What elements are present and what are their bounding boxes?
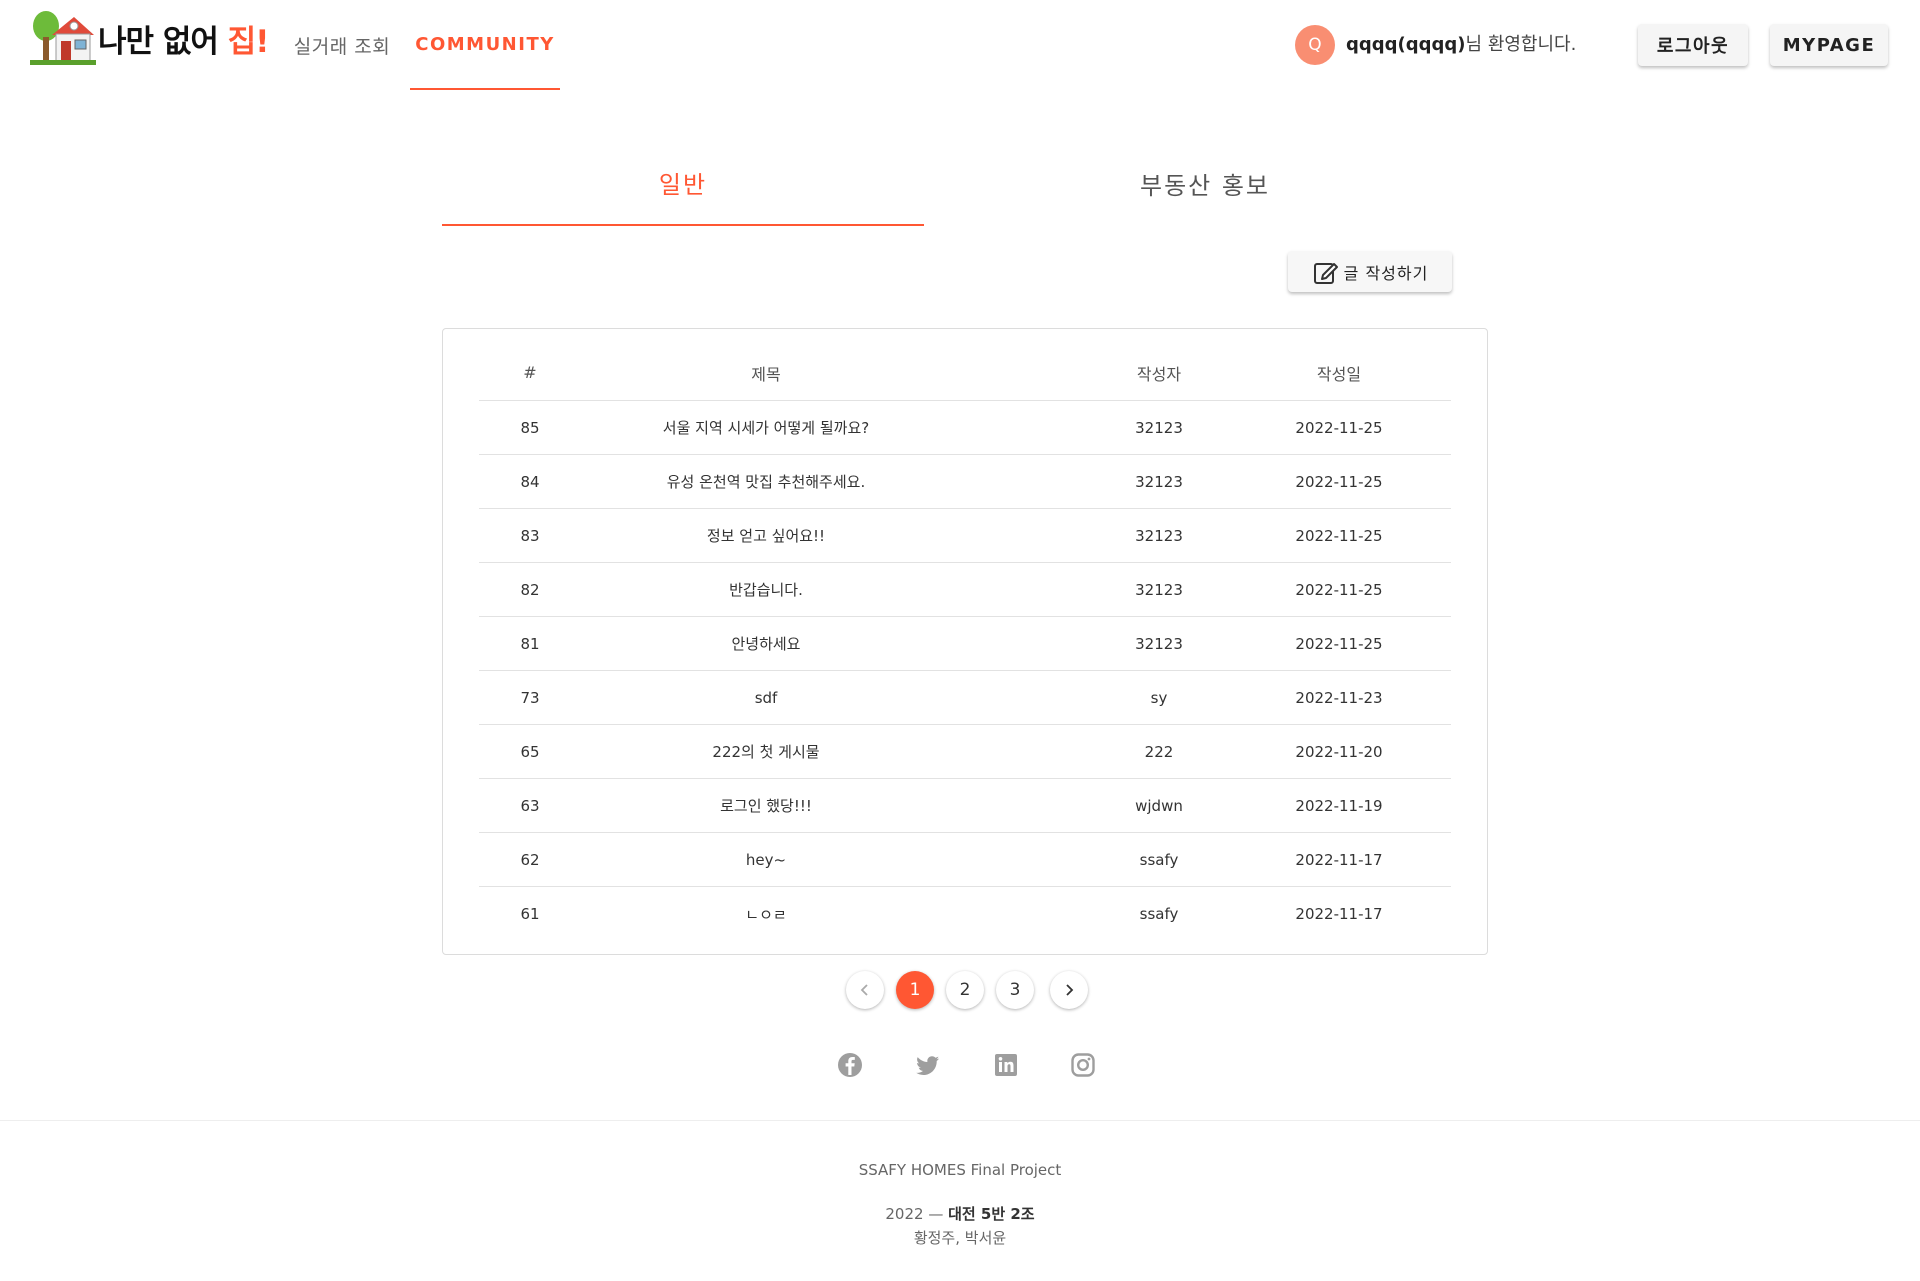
- post-date: 2022-11-23: [1295, 688, 1383, 707]
- post-author: wjdwn: [1135, 796, 1183, 815]
- post-title: 안녕하세요: [731, 635, 801, 653]
- post-author: sy: [1150, 688, 1168, 707]
- post-date: 2022-11-25: [1295, 418, 1383, 437]
- write-post-button[interactable]: 글 작성하기: [1288, 251, 1452, 292]
- top-app-bar: 나만 없어 집! 실거래 조회 COMMUNITY Q qqqq(qqqq)님 …: [0, 0, 1920, 90]
- table-row[interactable]: 73 sdf sy 2022-11-23: [479, 671, 1451, 725]
- tab-real-estate-promo[interactable]: 부동산 홍보: [924, 140, 1486, 226]
- post-number: 73: [520, 688, 540, 707]
- post-number: 83: [520, 526, 540, 545]
- logout-button[interactable]: 로그아웃: [1638, 24, 1748, 66]
- post-table-card: # 제목 작성자 작성일 85 서울 지역 시세가 어떻게 될까요? 32123 20…: [442, 328, 1488, 955]
- facebook-icon[interactable]: [836, 1051, 864, 1079]
- linkedin-icon[interactable]: [992, 1051, 1020, 1079]
- post-author: ssafy: [1139, 905, 1179, 923]
- table-header: # 제목 작성자 작성일: [479, 345, 1451, 401]
- post-number: 82: [520, 580, 540, 599]
- table-row[interactable]: 82 반갑습니다. 32123 2022-11-25: [479, 563, 1451, 617]
- table-row[interactable]: 84 유성 온천역 맛집 추천해주세요. 32123 2022-11-25: [479, 455, 1451, 509]
- post-title: ㄴㅇㄹ: [745, 905, 787, 924]
- post-title: 유성 온천역 맛집 추천해주세요.: [666, 473, 866, 491]
- twitter-icon[interactable]: [914, 1051, 942, 1079]
- post-author: 32123: [1135, 472, 1183, 491]
- table-row[interactable]: 61 ㄴㅇㄹ ssafy 2022-11-17: [479, 887, 1451, 941]
- edit-icon: [1313, 262, 1338, 284]
- table-row[interactable]: 83 정보 얻고 싶어요!! 32123 2022-11-25: [479, 509, 1451, 563]
- table-row[interactable]: 63 로그인 했당!!! wjdwn 2022-11-19: [479, 779, 1451, 833]
- post-date: 2022-11-20: [1295, 742, 1383, 761]
- post-date: 2022-11-25: [1295, 526, 1383, 545]
- post-date: 2022-11-25: [1295, 472, 1383, 491]
- post-date: 2022-11-17: [1295, 850, 1383, 869]
- footer-project-title: SSAFY HOMES Final Project: [858, 1161, 1062, 1179]
- post-title: 222의 첫 게시물: [712, 743, 820, 761]
- board-tabs: 일반 부동산 홍보: [442, 140, 1486, 226]
- pagination: 1 2 3: [846, 971, 1096, 1009]
- post-number: 61: [520, 905, 540, 923]
- post-number: 81: [520, 634, 540, 653]
- post-number: 62: [520, 850, 540, 869]
- post-author: 222: [1144, 742, 1174, 761]
- logo-text: 나만 없어 집!: [98, 23, 269, 60]
- table-row[interactable]: 85 서울 지역 시세가 어떻게 될까요? 32123 2022-11-25: [479, 401, 1451, 455]
- post-date: 2022-11-19: [1295, 796, 1383, 815]
- post-author: 32123: [1135, 418, 1183, 437]
- avatar: Q: [1295, 25, 1335, 65]
- post-author: 32123: [1135, 580, 1183, 599]
- post-title: 서울 지역 시세가 어떻게 될까요?: [662, 419, 870, 437]
- post-author: 32123: [1135, 526, 1183, 545]
- post-title: 로그인 했당!!!: [720, 797, 812, 815]
- post-table: # 제목 작성자 작성일 85 서울 지역 시세가 어떻게 될까요? 32123 20…: [479, 345, 1451, 941]
- next-page-button[interactable]: [1050, 971, 1088, 1009]
- column-header-date: 작성일: [1316, 364, 1362, 384]
- write-post-label: 글 작성하기: [1343, 263, 1429, 283]
- post-title: sdf: [754, 688, 778, 707]
- post-title: hey~: [745, 850, 787, 869]
- post-title: 정보 얻고 싶어요!!: [706, 527, 826, 545]
- house-logo-icon: [30, 11, 96, 65]
- prev-page-button[interactable]: [846, 971, 884, 1009]
- post-number: 85: [520, 418, 540, 437]
- post-title: 반갑습니다.: [729, 581, 803, 599]
- post-author: ssafy: [1139, 850, 1179, 869]
- logo[interactable]: 나만 없어 집!: [30, 8, 269, 68]
- footer-team-line: 2022 — 대전 5반 2조: [885, 1205, 1035, 1223]
- column-header-title: 제목: [751, 364, 781, 384]
- nav-trade-search[interactable]: 실거래 조회: [282, 0, 402, 90]
- chevron-left-icon: [860, 984, 868, 996]
- footer: SSAFY HOMES Final Project 2022 — 대전 5반 2…: [0, 1120, 1920, 1281]
- post-number: 65: [520, 742, 540, 761]
- instagram-icon[interactable]: [1069, 1051, 1097, 1079]
- post-number: 84: [520, 472, 540, 491]
- post-number: 63: [520, 796, 540, 815]
- welcome-message: qqqq(qqqq)님 환영합니다.: [1346, 34, 1577, 55]
- mypage-button[interactable]: MYPAGE: [1770, 24, 1888, 66]
- post-date: 2022-11-25: [1295, 634, 1383, 653]
- footer-members: 황정주, 박서윤: [913, 1229, 1007, 1247]
- tab-general[interactable]: 일반: [442, 140, 924, 226]
- column-header-number: #: [523, 363, 537, 382]
- page-button-2[interactable]: 2: [946, 971, 984, 1009]
- post-date: 2022-11-25: [1295, 580, 1383, 599]
- table-row[interactable]: 65 222의 첫 게시물 222 2022-11-20: [479, 725, 1451, 779]
- table-row[interactable]: 81 안녕하세요 32123 2022-11-25: [479, 617, 1451, 671]
- chevron-right-icon: [1066, 984, 1074, 996]
- post-date: 2022-11-17: [1295, 905, 1383, 923]
- column-header-author: 작성자: [1136, 364, 1182, 384]
- post-author: 32123: [1135, 634, 1183, 653]
- table-row[interactable]: 62 hey~ ssafy 2022-11-17: [479, 833, 1451, 887]
- page-button-3[interactable]: 3: [996, 971, 1034, 1009]
- page-button-1[interactable]: 1: [896, 971, 934, 1009]
- nav-community[interactable]: COMMUNITY: [410, 0, 560, 90]
